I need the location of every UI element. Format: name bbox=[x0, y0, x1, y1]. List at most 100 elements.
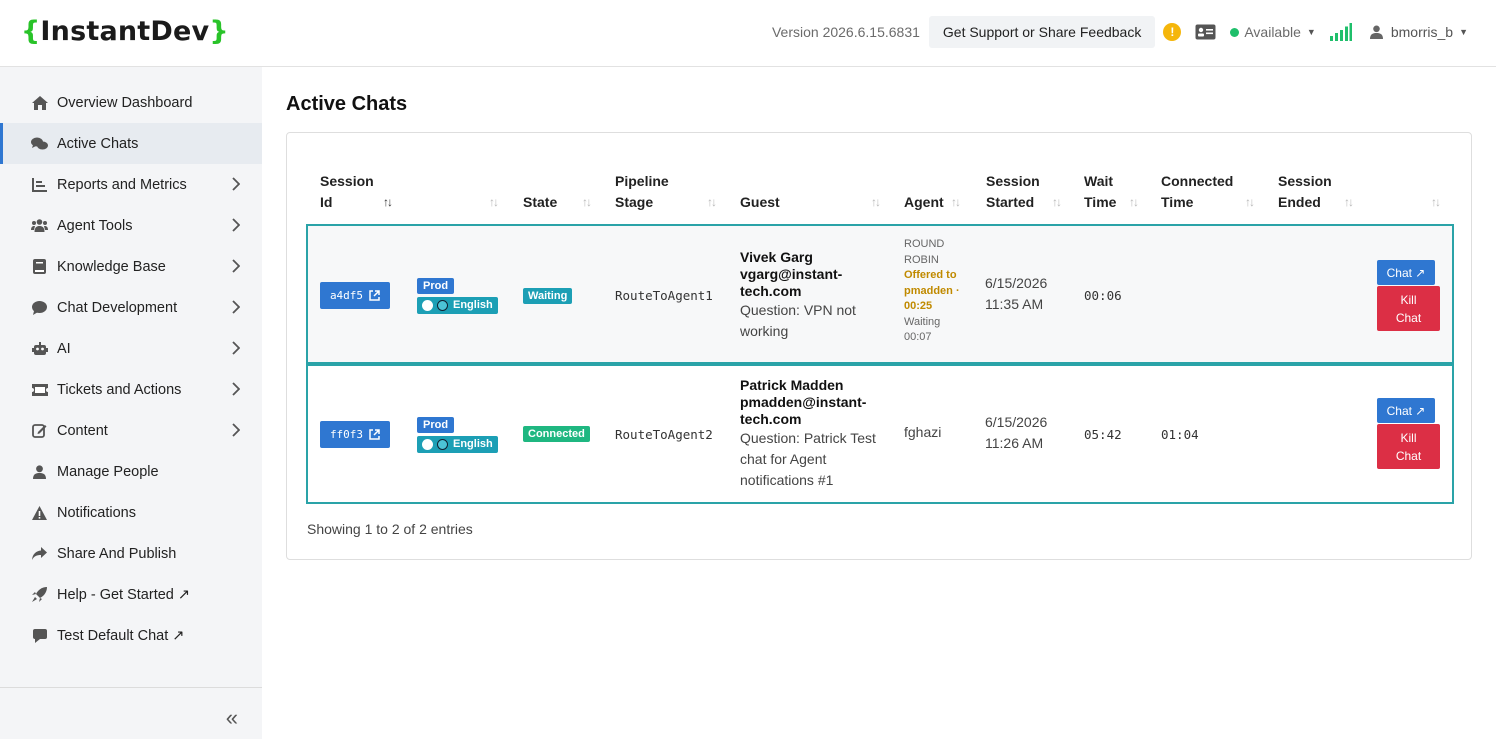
sort-icon[interactable]: ↑↓ bbox=[582, 195, 592, 209]
session-started: 6/15/2026 11:26 AM bbox=[985, 414, 1048, 451]
sort-icon[interactable]: ↑↓ bbox=[707, 195, 717, 209]
table-row[interactable]: a4df5 Prod English Waiting RouteToAgent1… bbox=[306, 224, 1454, 364]
home-icon bbox=[31, 95, 48, 110]
sidebar-item-share-and-publish[interactable]: Share And Publish bbox=[0, 533, 262, 574]
guest-question: Question: Patrick Test chat for Agent no… bbox=[740, 430, 876, 488]
top-header: {InstantDev} Version 2026.6.15.6831 Get … bbox=[0, 0, 1496, 67]
guest-question: Question: VPN not working bbox=[740, 302, 856, 339]
sidebar-item-label: Test Default Chat ↗ bbox=[57, 627, 185, 644]
col-wait-time[interactable]: Wait Time bbox=[1084, 171, 1116, 213]
col-guest[interactable]: Guest bbox=[740, 192, 780, 213]
sidebar-item-agent-tools[interactable]: Agent Tools bbox=[0, 205, 262, 246]
sort-icon[interactable]: ↑↓ bbox=[383, 195, 393, 209]
sidebar-item-manage-people[interactable]: Manage People bbox=[0, 451, 262, 492]
chat-bubble-icon bbox=[31, 300, 48, 315]
agent-name: fghazi bbox=[904, 424, 942, 440]
sidebar-item-knowledge-base[interactable]: Knowledge Base bbox=[0, 246, 262, 287]
state-badge: Connected bbox=[523, 426, 590, 442]
guest-info: Vivek Garg vgarg@instant- tech.com Quest… bbox=[740, 249, 890, 342]
support-feedback-button[interactable]: Get Support or Share Feedback bbox=[928, 16, 1156, 48]
guest-email-domain: tech.com bbox=[740, 411, 802, 427]
id-card-icon[interactable] bbox=[1195, 24, 1216, 40]
agent-routing-info: ROUND ROBIN Offered to pmadden · 00:25 W… bbox=[904, 238, 960, 343]
col-agent[interactable]: Agent bbox=[904, 192, 944, 213]
table-row[interactable]: ff0f3 Prod English Connected RouteToAgen… bbox=[306, 364, 1454, 504]
sort-icon[interactable]: ↑↓ bbox=[489, 195, 499, 209]
chevron-right-icon bbox=[232, 341, 240, 355]
guest-name: Patrick Madden bbox=[740, 377, 844, 393]
sidebar-item-label: Tickets and Actions bbox=[57, 381, 182, 398]
sidebar-item-label: AI bbox=[57, 340, 71, 357]
sidebar-item-label: Share And Publish bbox=[57, 545, 177, 562]
col-state[interactable]: State bbox=[523, 192, 557, 213]
sidebar-item-notifications[interactable]: Notifications bbox=[0, 492, 262, 533]
col-session-id[interactable]: Session Id bbox=[320, 171, 374, 213]
sidebar-item-label: Active Chats bbox=[57, 135, 139, 152]
ticket-icon bbox=[31, 382, 48, 397]
sidebar-item-label: Manage People bbox=[57, 463, 159, 480]
chart-icon bbox=[31, 177, 48, 192]
connected-time: 01:04 bbox=[1161, 427, 1199, 442]
sidebar-item-content[interactable]: Content bbox=[0, 410, 262, 451]
sort-icon[interactable]: ↑↓ bbox=[871, 195, 881, 209]
version-label: Version 2026.6.15.6831 bbox=[771, 24, 920, 40]
col-pipeline-stage[interactable]: Pipeline Stage bbox=[615, 171, 669, 213]
chevron-right-icon bbox=[232, 423, 240, 437]
col-session-started[interactable]: Session Started bbox=[986, 171, 1040, 213]
edit-icon bbox=[31, 423, 48, 438]
kill-chat-button[interactable]: Kill Chat bbox=[1377, 424, 1440, 469]
col-connected-time[interactable]: Connected Time bbox=[1161, 171, 1233, 213]
session-id-button[interactable]: a4df5 bbox=[320, 282, 390, 309]
page-title: Active Chats bbox=[286, 93, 408, 115]
wait-time: 00:06 bbox=[1084, 288, 1122, 303]
env-badge: Prod bbox=[417, 278, 455, 294]
sidebar-item-active-chats[interactable]: Active Chats bbox=[0, 123, 262, 164]
sidebar-item-label: Knowledge Base bbox=[57, 258, 166, 275]
robot-icon bbox=[31, 341, 48, 356]
col-session-ended[interactable]: Session Ended bbox=[1278, 171, 1332, 213]
guest-email: pmadden@instant- bbox=[740, 394, 867, 410]
sidebar-item-tickets-and-actions[interactable]: Tickets and Actions bbox=[0, 369, 262, 410]
sort-icon[interactable]: ↑↓ bbox=[1344, 195, 1354, 209]
chevron-right-icon bbox=[232, 300, 240, 314]
chats-icon bbox=[31, 136, 48, 151]
sidebar-item-ai[interactable]: AI bbox=[0, 328, 262, 369]
warning-icon[interactable]: ! bbox=[1163, 23, 1182, 41]
wait-time: 05:42 bbox=[1084, 427, 1122, 442]
app-logo[interactable]: {InstantDev} bbox=[21, 16, 229, 47]
session-id-button[interactable]: ff0f3 bbox=[320, 421, 390, 448]
header-right: Version 2026.6.15.6831 Get Support or Sh… bbox=[772, 16, 1468, 48]
signal-strength-icon bbox=[1329, 23, 1352, 41]
chevron-right-icon bbox=[232, 218, 240, 232]
guest-email-domain: tech.com bbox=[740, 283, 802, 299]
sidebar-item-test-default-chat[interactable]: Test Default Chat ↗ bbox=[0, 615, 262, 656]
book-icon bbox=[31, 259, 48, 274]
sort-icon[interactable]: ↑↓ bbox=[951, 195, 961, 209]
open-chat-button[interactable]: Chat ↗ bbox=[1377, 398, 1435, 423]
sidebar-item-overview-dashboard[interactable]: Overview Dashboard bbox=[0, 82, 262, 123]
language-badge: English bbox=[417, 436, 498, 453]
sidebar-item-chat-development[interactable]: Chat Development bbox=[0, 287, 262, 328]
kill-chat-button[interactable]: Kill Chat bbox=[1377, 286, 1440, 331]
guest-email: vgarg@instant- bbox=[740, 266, 843, 282]
sort-icon[interactable]: ↑↓ bbox=[1052, 195, 1062, 209]
guest-name: Vivek Garg bbox=[740, 249, 813, 265]
collapse-sidebar-icon[interactable]: « bbox=[226, 705, 238, 731]
globe-icon bbox=[437, 300, 448, 311]
open-chat-button[interactable]: Chat ↗ bbox=[1377, 260, 1435, 285]
info-icon bbox=[422, 300, 433, 311]
sidebar-item-label: Overview Dashboard bbox=[57, 94, 193, 111]
external-link-icon bbox=[369, 429, 380, 440]
chevron-down-icon: ▼ bbox=[1459, 27, 1468, 37]
pipeline-stage: RouteToAgent2 bbox=[615, 427, 713, 442]
sidebar-item-reports-and-metrics[interactable]: Reports and Metrics bbox=[0, 164, 262, 205]
user-menu[interactable]: bmorris_b ▼ bbox=[1369, 24, 1468, 40]
session-started: 6/15/2026 11:35 AM bbox=[985, 275, 1048, 312]
sort-icon[interactable]: ↑↓ bbox=[1245, 195, 1255, 209]
sort-icon[interactable]: ↑↓ bbox=[1129, 195, 1139, 209]
sidebar-item-help-get-started[interactable]: Help - Get Started ↗ bbox=[0, 574, 262, 615]
availability-dropdown[interactable]: Available ▼ bbox=[1230, 24, 1316, 40]
status-dot-icon bbox=[1230, 27, 1240, 37]
message-icon bbox=[31, 628, 48, 643]
sort-icon[interactable]: ↑↓ bbox=[1431, 195, 1441, 209]
